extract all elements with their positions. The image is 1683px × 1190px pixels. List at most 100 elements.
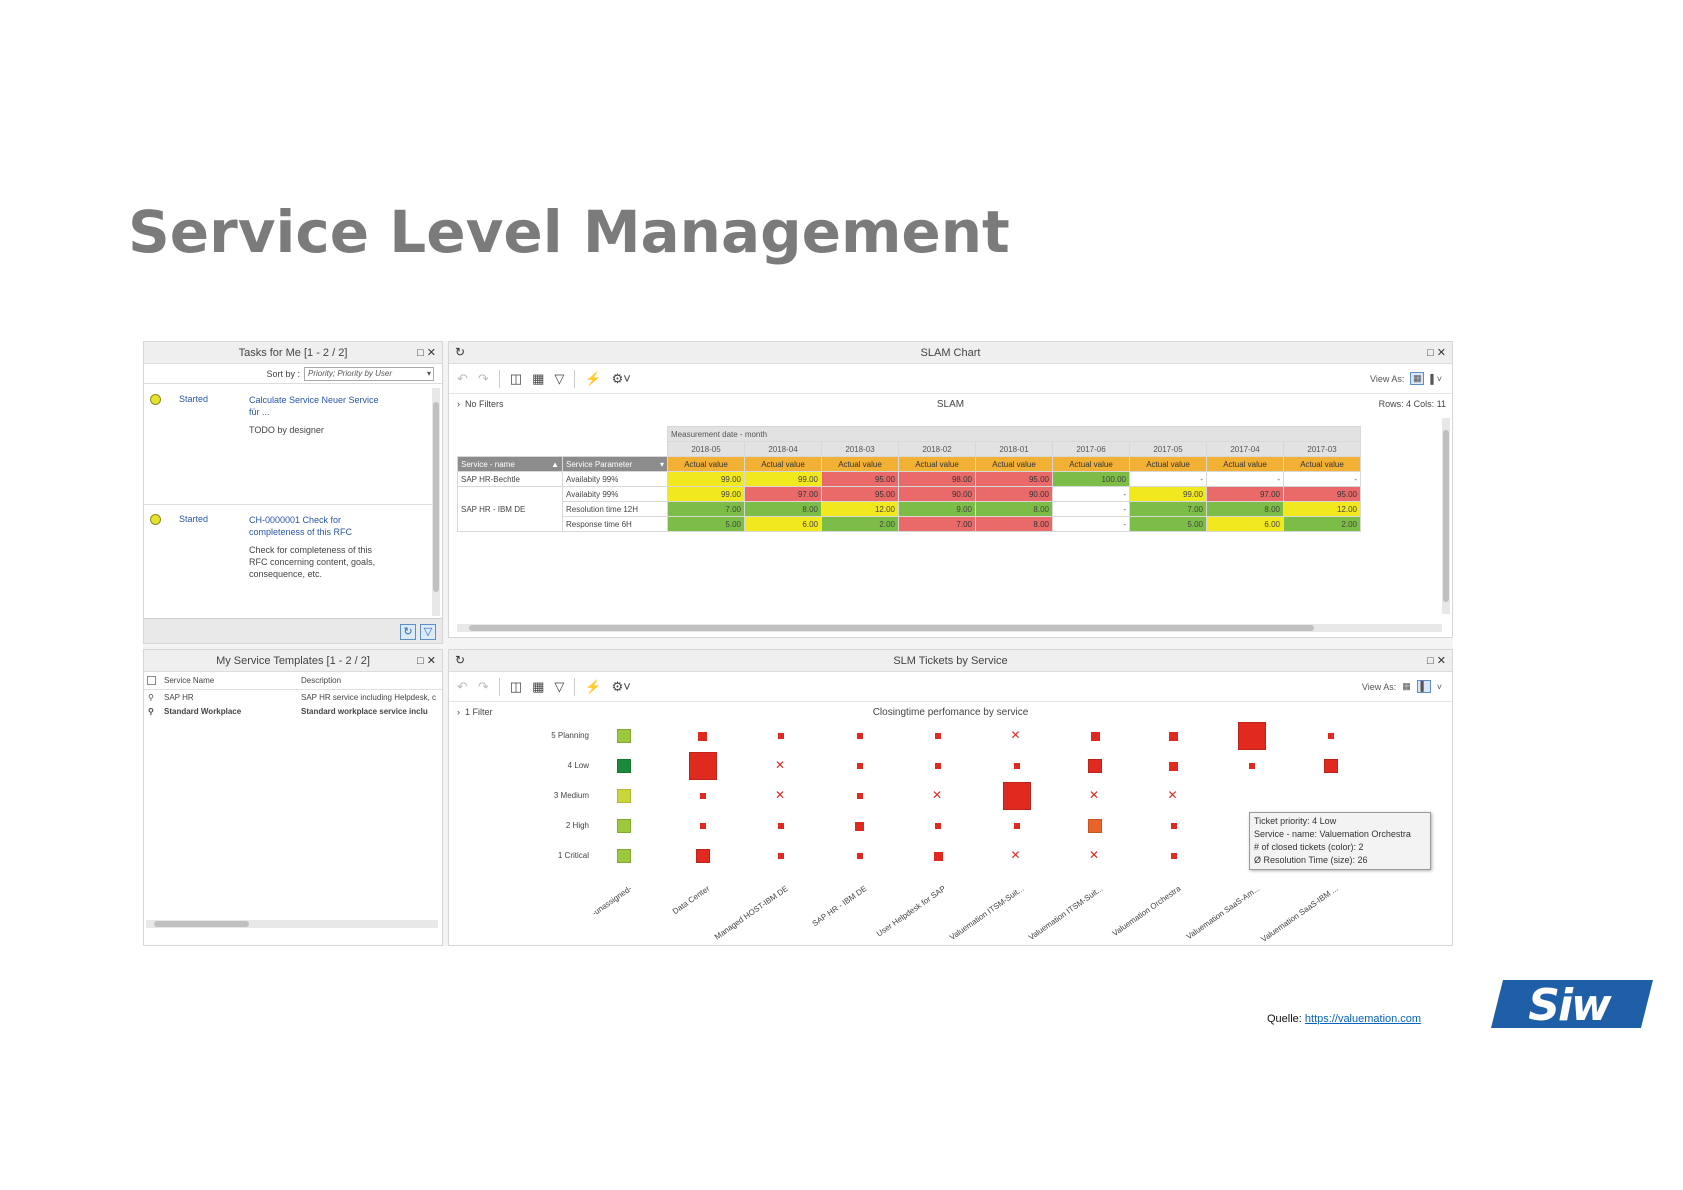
col-description[interactable]: Description	[301, 676, 341, 685]
chart-x-marker[interactable]: ✕	[1168, 788, 1178, 802]
chart-point[interactable]	[1170, 853, 1177, 859]
chart-x-marker[interactable]: ✕	[1011, 848, 1021, 862]
chart-x-marker[interactable]: ✕	[775, 788, 785, 802]
table-row[interactable]: SAP HR - IBM DE Availabity 99% 99.00 97.00 9…	[457, 486, 1361, 532]
layout-icon[interactable]: ◫	[510, 371, 522, 387]
value-cell[interactable]: 95.00	[821, 486, 899, 502]
chart-point[interactable]	[933, 851, 943, 861]
chart-x-marker[interactable]: ✕	[1011, 728, 1021, 742]
value-cell[interactable]: -	[1052, 516, 1130, 532]
chart-point[interactable]	[1327, 733, 1334, 739]
value-cell[interactable]: 8.00	[744, 501, 822, 517]
value-cell[interactable]: 6.00	[1206, 516, 1284, 532]
layout-icon[interactable]: ◫	[510, 679, 522, 695]
month-header[interactable]: 2018-02	[898, 441, 976, 457]
value-cell[interactable]: 12.00	[1283, 501, 1361, 517]
gear-icon[interactable]: ⚙˅	[612, 371, 631, 387]
run-icon[interactable]: ⚡	[585, 371, 601, 387]
close-icon[interactable]: ✕	[427, 655, 436, 667]
close-icon[interactable]: ✕	[427, 347, 436, 359]
table-row[interactable]: Response time 6H 5.00 6.00 2.00 7.00 8.00-5.0…	[458, 516, 1361, 532]
source-link[interactable]: https://valuemation.com	[1305, 1013, 1421, 1025]
chart-point[interactable]	[935, 823, 941, 829]
filter-icon[interactable]: ▽	[554, 679, 564, 695]
value-cell[interactable]: 90.00	[975, 486, 1053, 502]
maximize-icon[interactable]: □	[417, 655, 424, 667]
value-cell[interactable]: 99.00	[667, 486, 745, 502]
chart-point[interactable]	[695, 849, 710, 863]
chart-point[interactable]	[778, 823, 784, 829]
slam-vscrollbar[interactable]	[1442, 418, 1450, 614]
maximize-icon[interactable]: □	[1427, 655, 1434, 667]
chart-point[interactable]	[617, 729, 631, 743]
col-service-name[interactable]: Service Name	[164, 676, 301, 685]
chart-point[interactable]	[935, 763, 941, 769]
value-cell[interactable]: -	[1052, 501, 1130, 517]
value-cell[interactable]: 100.00	[1052, 471, 1130, 487]
chart-point[interactable]	[1088, 759, 1102, 773]
chart-point[interactable]	[698, 731, 707, 741]
refresh-button[interactable]: ↻	[400, 624, 416, 640]
value-cell[interactable]: 98.00	[898, 471, 976, 487]
chart-point[interactable]	[1088, 819, 1102, 833]
chart-point[interactable]	[1169, 761, 1178, 771]
undo-icon[interactable]: ↶	[457, 679, 468, 695]
value-cell[interactable]: -	[1206, 471, 1284, 487]
month-header[interactable]: 2017-04	[1206, 441, 1284, 457]
month-header[interactable]: 2017-03	[1283, 441, 1361, 457]
table-view-button[interactable]: ▦	[1402, 681, 1411, 692]
table-view-button[interactable]: ▦	[1410, 372, 1425, 385]
refresh-icon[interactable]: ↻	[455, 345, 465, 359]
chart-x-marker[interactable]: ✕	[775, 758, 785, 772]
value-cell[interactable]: 99.00	[1129, 486, 1207, 502]
filter-icon[interactable]: ▽	[554, 371, 564, 387]
chart-x-marker[interactable]: ✕	[932, 788, 942, 802]
chart-point[interactable]	[856, 733, 863, 739]
value-cell[interactable]: 99.00	[744, 471, 822, 487]
month-header[interactable]: 2017-05	[1129, 441, 1207, 457]
value-cell[interactable]: 8.00	[1206, 501, 1284, 517]
chart-point[interactable]	[688, 752, 717, 780]
value-cell[interactable]: -	[1129, 471, 1207, 487]
month-header[interactable]: 2017-06	[1052, 441, 1130, 457]
value-cell[interactable]: 5.00	[1129, 516, 1207, 532]
value-cell[interactable]: 9.00	[898, 501, 976, 517]
run-icon[interactable]: ⚡	[585, 679, 601, 695]
chart-x-marker[interactable]: ✕	[1089, 788, 1099, 802]
table-row[interactable]: ⚲ SAP HR SAP HR service including Helpde…	[144, 690, 442, 704]
tasks-scrollbar[interactable]	[432, 388, 440, 616]
chart-point[interactable]	[935, 733, 941, 739]
col-service-name[interactable]: Service - name ▲	[457, 456, 563, 472]
redo-icon[interactable]: ↷	[478, 679, 489, 695]
close-icon[interactable]: ✕	[1437, 347, 1446, 359]
value-cell[interactable]: 7.00	[898, 516, 976, 532]
chart-point[interactable]	[617, 819, 631, 833]
chart-point[interactable]	[617, 849, 631, 863]
value-cell[interactable]: 6.00	[744, 516, 822, 532]
chart-point[interactable]	[855, 821, 864, 831]
maximize-icon[interactable]: □	[417, 347, 424, 359]
value-cell[interactable]: 95.00	[975, 471, 1053, 487]
templates-hscrollbar[interactable]	[146, 920, 438, 928]
slam-hscrollbar[interactable]	[457, 624, 1442, 632]
maximize-icon[interactable]: □	[1427, 347, 1434, 359]
chart-point[interactable]	[1238, 722, 1266, 750]
chart-view-button[interactable]: ▌˅	[1430, 374, 1442, 384]
task-link[interactable]: CH-0000001 Check for completeness of thi…	[249, 514, 379, 538]
chevron-down-icon[interactable]: ˅	[1437, 682, 1442, 692]
task-item[interactable]: Started Calculate Service Neuer Service …	[144, 392, 434, 502]
workflow-button[interactable]: ▽	[420, 624, 436, 640]
table-row[interactable]: SAP HR-Bechtle Availabity 99% 99.00 99.00 95…	[457, 471, 1361, 487]
slam-hscrollbar-thumb[interactable]	[469, 625, 1314, 631]
select-all-checkbox[interactable]	[147, 676, 156, 685]
value-cell[interactable]: -	[1052, 486, 1130, 502]
value-cell[interactable]: 8.00	[975, 501, 1053, 517]
month-header[interactable]: 2018-03	[821, 441, 899, 457]
chart-point[interactable]	[617, 789, 631, 803]
value-cell[interactable]: 2.00	[821, 516, 899, 532]
chart-point[interactable]	[856, 763, 863, 769]
gear-icon[interactable]: ⚙˅	[612, 679, 631, 695]
chart-point[interactable]	[617, 759, 631, 773]
value-cell[interactable]: 8.00	[975, 516, 1053, 532]
close-icon[interactable]: ✕	[1437, 655, 1446, 667]
